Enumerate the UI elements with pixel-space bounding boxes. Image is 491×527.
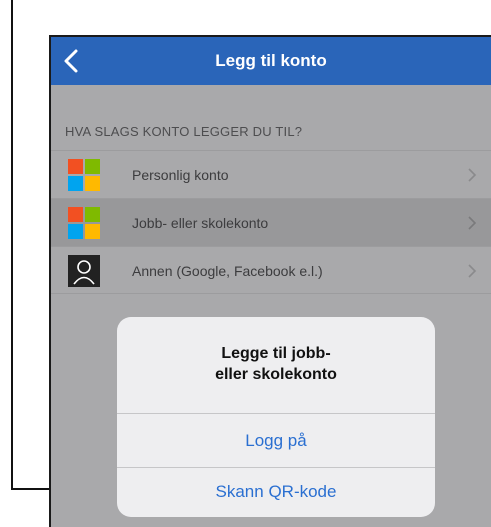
list-item-label: Personlig konto xyxy=(132,167,229,183)
divider xyxy=(117,413,435,414)
list-item-label: Annen (Google, Facebook e.l.) xyxy=(132,263,323,279)
sign-in-button[interactable]: Logg på xyxy=(117,419,435,463)
section-header: HVA SLAGS KONTO LEGGER DU TIL? xyxy=(65,124,303,139)
action-dialog: Legge til jobb- eller skolekonto Logg på… xyxy=(117,317,435,517)
microsoft-logo-icon xyxy=(68,207,100,239)
chevron-right-icon xyxy=(468,216,477,230)
list-item-label: Jobb- eller skolekonto xyxy=(132,215,269,231)
chevron-right-icon xyxy=(468,264,477,278)
dialog-title-line1: Legge til jobb- xyxy=(221,345,331,362)
list-item-work-school-account[interactable]: Jobb- eller skolekonto xyxy=(51,198,491,246)
page-title: Legg til konto xyxy=(215,51,327,70)
chevron-right-icon xyxy=(468,168,477,182)
list-item-other-account[interactable]: Annen (Google, Facebook e.l.) xyxy=(51,246,491,294)
microsoft-logo-icon xyxy=(68,159,100,191)
person-icon xyxy=(68,255,100,287)
annotation-line-vertical xyxy=(11,0,13,490)
list-item-personal-account[interactable]: Personlig konto xyxy=(51,150,491,198)
navbar: Legg til konto xyxy=(51,37,491,85)
scan-qr-button[interactable]: Skann QR-kode xyxy=(117,470,435,514)
phone-screen: Legg til konto HVA SLAGS KONTO LEGGER DU… xyxy=(51,37,491,527)
divider xyxy=(117,467,435,468)
dialog-title: Legge til jobb- eller skolekonto xyxy=(117,343,435,385)
dialog-title-line2: eller skolekonto xyxy=(215,366,337,383)
